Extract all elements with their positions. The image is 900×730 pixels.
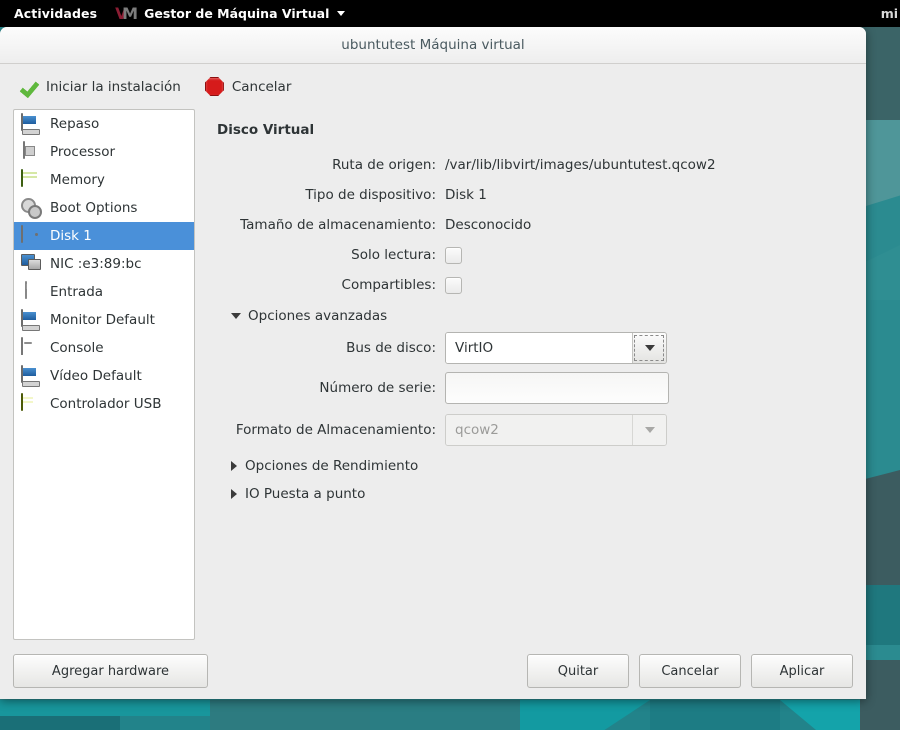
shareable-checkbox[interactable] — [445, 276, 462, 294]
field-label: Ruta de origen: — [332, 157, 436, 173]
storage-format-value: qcow2 — [446, 415, 632, 445]
activities-button[interactable]: Actividades — [0, 6, 109, 21]
sidebar-item-label: Monitor Default — [50, 312, 155, 328]
window-titlebar: ubuntutest Máquina virtual — [0, 27, 866, 64]
chevron-down-icon — [644, 345, 655, 351]
disk-bus-select[interactable]: VirtIO — [445, 332, 667, 364]
sidebar-item-label: NIC :e3:89:bc — [50, 256, 142, 272]
triangle-down-icon — [231, 313, 241, 319]
memory-icon — [21, 169, 41, 190]
field-readonly: Solo lectura: — [217, 244, 843, 266]
sidebar-item-entrada[interactable]: Entrada — [14, 278, 194, 306]
cancel-installation-label: Cancelar — [231, 78, 292, 95]
cpu-icon — [21, 141, 41, 162]
sidebar-item-label: Processor — [50, 144, 116, 160]
triangle-right-icon — [231, 461, 237, 471]
field-label: Número de serie: — [319, 380, 436, 396]
page-title: Disco Virtual — [217, 122, 315, 138]
cancel-button[interactable]: Cancelar — [639, 654, 741, 688]
apply-button[interactable]: Aplicar — [751, 654, 853, 688]
field-disk-bus: Bus de disco: VirtIO — [217, 332, 843, 364]
sidebar-item-memory[interactable]: Memory — [14, 166, 194, 194]
field-shareable: Compartibles: — [217, 274, 843, 296]
field-value: Desconocido — [445, 217, 532, 233]
sidebar-item-label: Disk 1 — [50, 228, 92, 244]
vm-logo-icon: VM — [115, 5, 139, 22]
app-menu-button[interactable]: VM Gestor de Máquina Virtual — [115, 5, 346, 22]
triangle-right-icon — [231, 489, 237, 499]
gears-icon — [21, 198, 41, 218]
field-source-path: Ruta de origen: /var/lib/libvirt/images/… — [217, 154, 843, 176]
mouse-icon — [21, 281, 41, 302]
sidebar-item-label: Vídeo Default — [50, 368, 142, 384]
field-device-type: Tipo de dispositivo: Disk 1 — [217, 184, 843, 206]
window-title: ubuntutest Máquina virtual — [341, 37, 525, 53]
red-stop-icon — [204, 77, 224, 96]
sidebar-item-console[interactable]: Console — [14, 334, 194, 362]
field-label: Tipo de dispositivo: — [305, 187, 436, 203]
add-hardware-button[interactable]: Agregar hardware — [13, 654, 208, 688]
display-icon — [21, 365, 41, 386]
screen: Actividades VM Gestor de Máquina Virtual… — [0, 0, 900, 730]
sidebar-item-label: Memory — [50, 172, 105, 188]
disk-icon — [21, 225, 41, 246]
sidebar-item-video-default[interactable]: Vídeo Default — [14, 362, 194, 390]
display-icon — [21, 309, 41, 330]
field-label: Tamaño de almacenamiento: — [240, 217, 436, 233]
cancel-installation-button[interactable]: Cancelar — [200, 74, 297, 99]
advanced-options-expander[interactable]: Opciones avanzadas — [231, 308, 843, 324]
sidebar-item-usb-controller[interactable]: Controlador USB — [14, 390, 194, 418]
sidebar-item-disk-1[interactable]: Disk 1 — [14, 222, 194, 250]
sidebar-item-nic[interactable]: NIC :e3:89:bc — [14, 250, 194, 278]
sidebar-item-processor[interactable]: Processor — [14, 138, 194, 166]
field-label: Solo lectura: — [351, 247, 436, 263]
app-menu-label: Gestor de Máquina Virtual — [144, 6, 330, 21]
monitor-icon — [21, 113, 41, 134]
io-tuning-expander[interactable]: IO Puesta a punto — [231, 486, 843, 502]
serial-number-input[interactable] — [445, 372, 669, 404]
window-body: Repaso Processor Memory Boot Options Dis… — [0, 109, 866, 643]
top-panel: Actividades VM Gestor de Máquina Virtual… — [0, 0, 900, 27]
sidebar-item-label: Repaso — [50, 116, 100, 132]
console-icon — [21, 337, 41, 358]
io-tuning-label: IO Puesta a punto — [245, 486, 366, 502]
field-value: Disk 1 — [445, 187, 487, 203]
window-toolbar: Iniciar la instalación Cancelar — [0, 64, 866, 109]
advanced-options-label: Opciones avanzadas — [248, 308, 388, 324]
field-storage-format: Formato de Almacenamiento: qcow2 — [217, 414, 843, 446]
sidebar-item-boot-options[interactable]: Boot Options — [14, 194, 194, 222]
field-value: /var/lib/libvirt/images/ubuntutest.qcow2 — [445, 157, 716, 173]
storage-format-select[interactable]: qcow2 — [445, 414, 667, 446]
field-label: Bus de disco: — [346, 340, 436, 356]
chevron-down-icon — [644, 427, 655, 433]
field-label: Formato de Almacenamiento: — [235, 422, 436, 438]
disk-details-pane: Disco Virtual Ruta de origen: /var/lib/l… — [209, 109, 853, 643]
vm-details-window: ubuntutest Máquina virtual Iniciar la in… — [0, 27, 866, 699]
field-label: Compartibles: — [341, 277, 436, 293]
sidebar-item-monitor-default[interactable]: Monitor Default — [14, 306, 194, 334]
begin-installation-button[interactable]: Iniciar la instalación — [13, 74, 186, 100]
performance-options-label: Opciones de Rendimiento — [245, 458, 419, 474]
panel-status-area[interactable]: mi — [881, 6, 898, 21]
green-check-icon — [18, 77, 38, 97]
hardware-list[interactable]: Repaso Processor Memory Boot Options Dis… — [13, 109, 195, 640]
performance-options-expander[interactable]: Opciones de Rendimiento — [231, 458, 843, 474]
network-icon — [21, 254, 41, 274]
sidebar-item-repaso[interactable]: Repaso — [14, 110, 194, 138]
storage-format-dropdown-button[interactable] — [632, 415, 666, 445]
sidebar-item-label: Controlador USB — [50, 396, 162, 412]
begin-installation-label: Iniciar la instalación — [46, 78, 181, 95]
disk-bus-value: VirtIO — [446, 333, 632, 363]
field-storage-size: Tamaño de almacenamiento: Desconocido — [217, 214, 843, 236]
window-footer: Agregar hardware Quitar Cancelar Aplicar — [0, 643, 866, 699]
readonly-checkbox[interactable] — [445, 246, 462, 264]
field-serial-number: Número de serie: — [217, 372, 843, 404]
sidebar-item-label: Console — [50, 340, 104, 356]
remove-button[interactable]: Quitar — [527, 654, 629, 688]
disk-bus-dropdown-button[interactable] — [632, 333, 666, 363]
chevron-down-icon — [337, 11, 346, 16]
usb-icon — [21, 393, 41, 414]
sidebar-item-label: Entrada — [50, 284, 104, 300]
sidebar-item-label: Boot Options — [50, 200, 138, 216]
